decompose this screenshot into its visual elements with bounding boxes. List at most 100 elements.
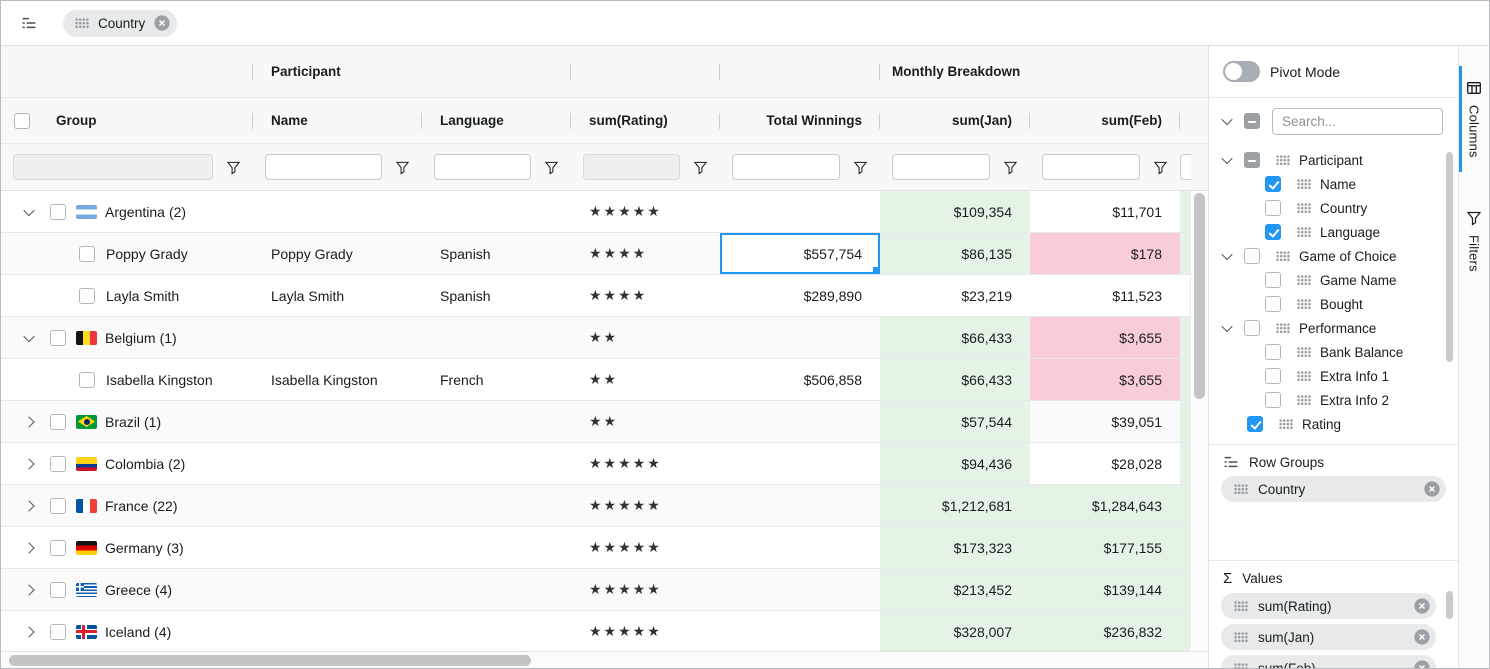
feb-cell[interactable]: $1,284,643 <box>1030 485 1180 526</box>
header-group-column[interactable]: Group <box>1 98 253 143</box>
winnings-cell[interactable] <box>720 485 880 526</box>
value-chip[interactable]: sum(Feb) <box>1221 655 1436 668</box>
winnings-cell[interactable] <box>720 191 880 232</box>
feb-filter-input[interactable] <box>1042 154 1140 180</box>
row-expand-icon[interactable] <box>23 330 34 341</box>
grip-icon[interactable] <box>1279 419 1293 430</box>
tree-item[interactable]: Country <box>1209 196 1458 220</box>
grip-icon[interactable] <box>1234 601 1248 612</box>
winnings-cell[interactable] <box>720 569 880 610</box>
group-cell[interactable]: Germany(3) <box>1 527 253 568</box>
language-cell[interactable]: Spanish <box>422 233 571 274</box>
winnings-cell[interactable] <box>720 401 880 442</box>
feb-cell[interactable]: $236,832 <box>1030 611 1180 651</box>
group-cell[interactable]: Iceland(4) <box>1 611 253 651</box>
group-cell[interactable]: Colombia(2) <box>1 443 253 484</box>
language-cell[interactable] <box>422 527 571 568</box>
winnings-cell[interactable]: $506,858 <box>720 359 880 400</box>
feb-cell[interactable]: $177,155 <box>1030 527 1180 568</box>
language-cell[interactable] <box>422 611 571 651</box>
feb-cell[interactable]: $39,051 <box>1030 401 1180 442</box>
row-checkbox[interactable] <box>79 372 95 388</box>
grip-icon[interactable] <box>1276 323 1290 334</box>
header-group-monthly-breakdown[interactable]: Monthly Breakdown <box>880 46 1209 97</box>
header-name-column[interactable]: Name <box>253 98 422 143</box>
language-cell[interactable] <box>422 443 571 484</box>
tree-item[interactable]: Bought <box>1209 292 1458 316</box>
row-expand-icon-wrap[interactable] <box>23 460 35 468</box>
row-expand-icon[interactable] <box>23 584 34 595</box>
close-icon[interactable] <box>1414 660 1430 668</box>
row-checkbox[interactable] <box>50 414 66 430</box>
grip-icon[interactable] <box>1297 347 1311 358</box>
tree-scrollbar-thumb[interactable] <box>1446 152 1453 362</box>
row-checkbox[interactable] <box>79 246 95 262</box>
tree-checkbox[interactable] <box>1265 368 1281 384</box>
tree-item[interactable]: Bank Balance <box>1209 340 1458 364</box>
rating-cell[interactable]: ★★★★★ <box>571 485 720 526</box>
rating-cell[interactable]: ★★★★★ <box>571 611 720 651</box>
tree-checkbox[interactable] <box>1247 416 1263 432</box>
tree-checkbox[interactable] <box>1265 224 1281 240</box>
header-jan-column[interactable]: sum(Jan) <box>880 98 1030 143</box>
row-group-chip[interactable]: Country <box>1221 476 1446 502</box>
tree-item[interactable]: Game of Choice <box>1209 244 1458 268</box>
tree-expand-icon[interactable] <box>1221 153 1232 164</box>
header-group-participant[interactable]: Participant <box>253 46 571 97</box>
jan-cell[interactable]: $66,433 <box>880 317 1030 358</box>
funnel-icon[interactable] <box>693 160 708 175</box>
row-checkbox[interactable] <box>50 624 66 640</box>
row-checkbox[interactable] <box>50 498 66 514</box>
rating-cell[interactable]: ★★★★★ <box>571 191 720 232</box>
row-expand-icon[interactable] <box>23 626 34 637</box>
collapse-all-icon[interactable] <box>1221 114 1232 125</box>
row-checkbox[interactable] <box>50 540 66 556</box>
close-icon[interactable] <box>1414 629 1430 645</box>
language-cell[interactable] <box>422 401 571 442</box>
tree-item[interactable]: Language <box>1209 220 1458 244</box>
winnings-cell[interactable] <box>720 527 880 568</box>
feb-cell[interactable]: $11,701 <box>1030 191 1180 232</box>
header-winnings-column[interactable]: Total Winnings <box>720 98 880 143</box>
rating-cell[interactable]: ★★★★ <box>571 233 720 274</box>
header-rating-column[interactable]: sum(Rating) <box>571 98 720 143</box>
jan-cell[interactable]: $57,544 <box>880 401 1030 442</box>
group-cell[interactable]: Argentina(2) <box>1 191 253 232</box>
name-filter-input[interactable] <box>265 154 382 180</box>
tab-filters[interactable]: Filters <box>1459 201 1489 281</box>
jan-cell[interactable]: $94,436 <box>880 443 1030 484</box>
close-icon[interactable] <box>154 15 170 31</box>
name-cell[interactable]: Layla Smith <box>253 275 422 316</box>
group-cell[interactable]: France(22) <box>1 485 253 526</box>
funnel-icon[interactable] <box>544 160 559 175</box>
language-cell[interactable] <box>422 317 571 358</box>
row-expand-icon-wrap[interactable] <box>23 544 35 552</box>
jan-cell[interactable]: $109,354 <box>880 191 1030 232</box>
tree-item[interactable]: Participant <box>1209 148 1458 172</box>
row-expand-icon[interactable] <box>23 458 34 469</box>
values-scrollbar-thumb[interactable] <box>1446 591 1453 619</box>
row-expand-icon[interactable] <box>23 500 34 511</box>
language-cell[interactable] <box>422 191 571 232</box>
jan-cell[interactable]: $86,135 <box>880 233 1030 274</box>
tree-item[interactable]: Name <box>1209 172 1458 196</box>
tree-checkbox[interactable] <box>1265 200 1281 216</box>
jan-filter-input[interactable] <box>892 154 990 180</box>
name-cell[interactable] <box>253 401 422 442</box>
grip-icon[interactable] <box>1276 251 1290 262</box>
tree-item[interactable]: Game Name <box>1209 268 1458 292</box>
jan-cell[interactable]: $328,007 <box>880 611 1030 651</box>
winnings-cell[interactable] <box>720 317 880 358</box>
jan-cell[interactable]: $173,323 <box>880 527 1030 568</box>
pivot-mode-toggle[interactable] <box>1223 61 1260 82</box>
tree-checkbox[interactable] <box>1244 152 1260 168</box>
jan-cell[interactable]: $213,452 <box>880 569 1030 610</box>
rating-cell[interactable]: ★★ <box>571 401 720 442</box>
grip-icon[interactable] <box>1297 371 1311 382</box>
row-expand-icon-wrap[interactable] <box>23 418 35 426</box>
value-chip[interactable]: sum(Rating) <box>1221 593 1436 619</box>
tab-columns[interactable]: Columns <box>1459 71 1489 167</box>
group-cell[interactable]: Poppy Grady <box>1 233 253 274</box>
grip-icon[interactable] <box>1297 227 1311 238</box>
name-cell[interactable] <box>253 317 422 358</box>
